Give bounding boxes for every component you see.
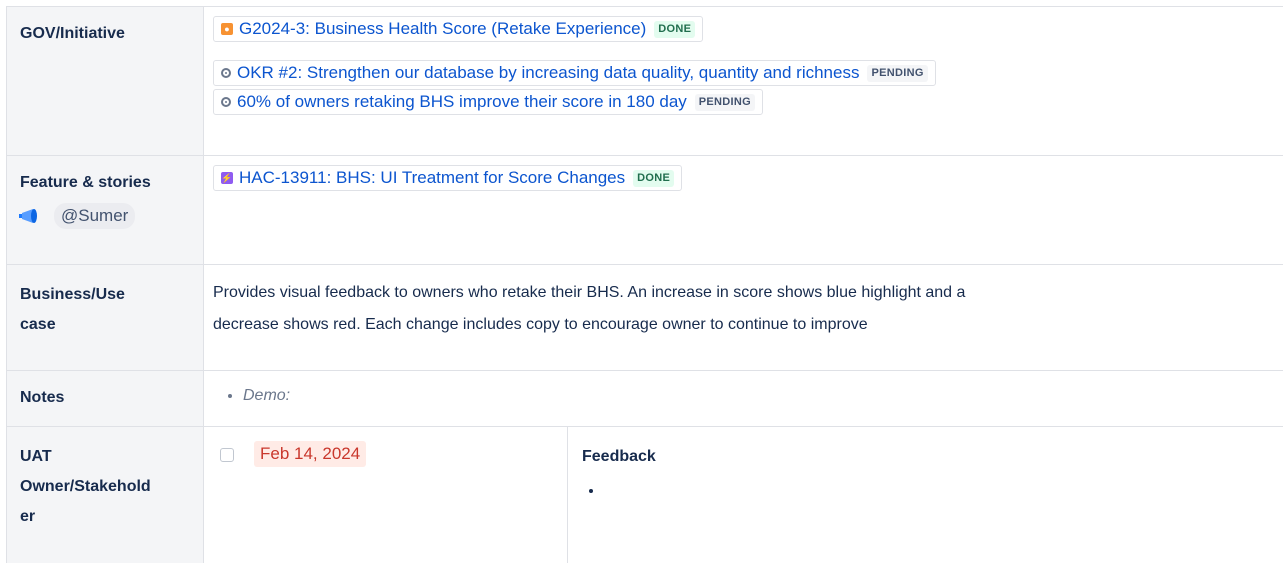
task-checkbox[interactable] <box>220 448 234 462</box>
business-label-line: Business/Use <box>20 286 125 303</box>
gov-initiative-label: GOV/Initiative <box>20 25 125 42</box>
story-link-text: HAC-13911: BHS: UI Treatment for Score C… <box>239 168 626 187</box>
feature-stories-value: ⚡ HAC-13911: BHS: UI Treatment for Score… <box>204 156 1283 264</box>
status-badge: PENDING <box>694 93 755 111</box>
business-label-line: case <box>20 316 56 333</box>
uat-value: Feb 14, 2024 Feedback <box>204 427 1283 563</box>
uat-label-line: er <box>20 508 36 525</box>
row-header: Feature & stories @Sumer <box>6 156 204 264</box>
status-badge: PENDING <box>867 64 928 82</box>
gov-initiative-value: ● G2024-3: Business Health Score (Retake… <box>204 7 1283 155</box>
status-badge: DONE <box>633 169 675 187</box>
row-header: Business/Use case <box>6 265 204 370</box>
uat-task-cell: Feb 14, 2024 <box>204 427 568 563</box>
target-icon <box>221 68 231 78</box>
story-icon: ⚡ <box>221 172 233 184</box>
key-result-link-text: 60% of owners retaking BHS improve their… <box>237 92 687 111</box>
jira-link-story[interactable]: ⚡ HAC-13911: BHS: UI Treatment for Score… <box>213 165 683 191</box>
feedback-list <box>582 482 1283 502</box>
row-header: UAT Owner/Stakehold er <box>6 427 204 563</box>
page-properties-table: GOV/Initiative ● G2024-3: Business Healt… <box>6 6 1283 563</box>
feedback-heading: Feedback <box>582 448 656 465</box>
date-lozenge[interactable]: Feb 14, 2024 <box>254 441 367 467</box>
jira-link-initiative[interactable]: ● G2024-3: Business Health Score (Retake… <box>213 16 704 42</box>
initiative-icon: ● <box>221 23 233 35</box>
owner-mention-wrap: @Sumer <box>17 203 203 229</box>
business-description-line: Provides visual feedback to owners who r… <box>213 284 966 301</box>
uat-label-line: UAT <box>20 448 52 465</box>
row-gov-initiative: GOV/Initiative ● G2024-3: Business Healt… <box>6 7 1283 156</box>
jira-link-key-result[interactable]: 60% of owners retaking BHS improve their… <box>213 89 763 115</box>
row-business-use-case: Business/Use case Provides visual feedba… <box>6 265 1283 371</box>
list-item: Demo: <box>243 377 1283 412</box>
row-notes: Notes Demo: <box>6 371 1283 427</box>
initiative-link-text: G2024-3: Business Health Score (Retake E… <box>239 19 647 38</box>
notes-label: Notes <box>20 389 65 406</box>
uat-feedback-cell: Feedback <box>568 427 1283 563</box>
row-header: Notes <box>6 371 204 426</box>
notes-list: Demo: <box>213 377 1283 412</box>
notes-value: Demo: <box>204 371 1283 426</box>
list-item <box>604 482 1283 502</box>
okr-link-text: OKR #2: Strengthen our database by incre… <box>237 63 860 82</box>
business-description-line: decrease shows red. Each change includes… <box>213 316 868 333</box>
row-uat: UAT Owner/Stakehold er Feb 14, 2024 Feed… <box>6 427 1283 563</box>
row-feature-stories: Feature & stories @Sumer ⚡ HAC-13911: BH… <box>6 156 1283 265</box>
uat-label-line: Owner/Stakehold <box>20 478 151 495</box>
feature-stories-label: Feature & stories <box>20 174 151 191</box>
user-mention[interactable]: @Sumer <box>54 203 136 229</box>
status-badge: DONE <box>654 20 696 38</box>
jira-link-okr[interactable]: OKR #2: Strengthen our database by incre… <box>213 60 936 86</box>
megaphone-icon <box>19 209 37 223</box>
row-header: GOV/Initiative <box>6 7 204 155</box>
target-icon <box>221 97 231 107</box>
business-use-case-value: Provides visual feedback to owners who r… <box>204 265 1283 370</box>
